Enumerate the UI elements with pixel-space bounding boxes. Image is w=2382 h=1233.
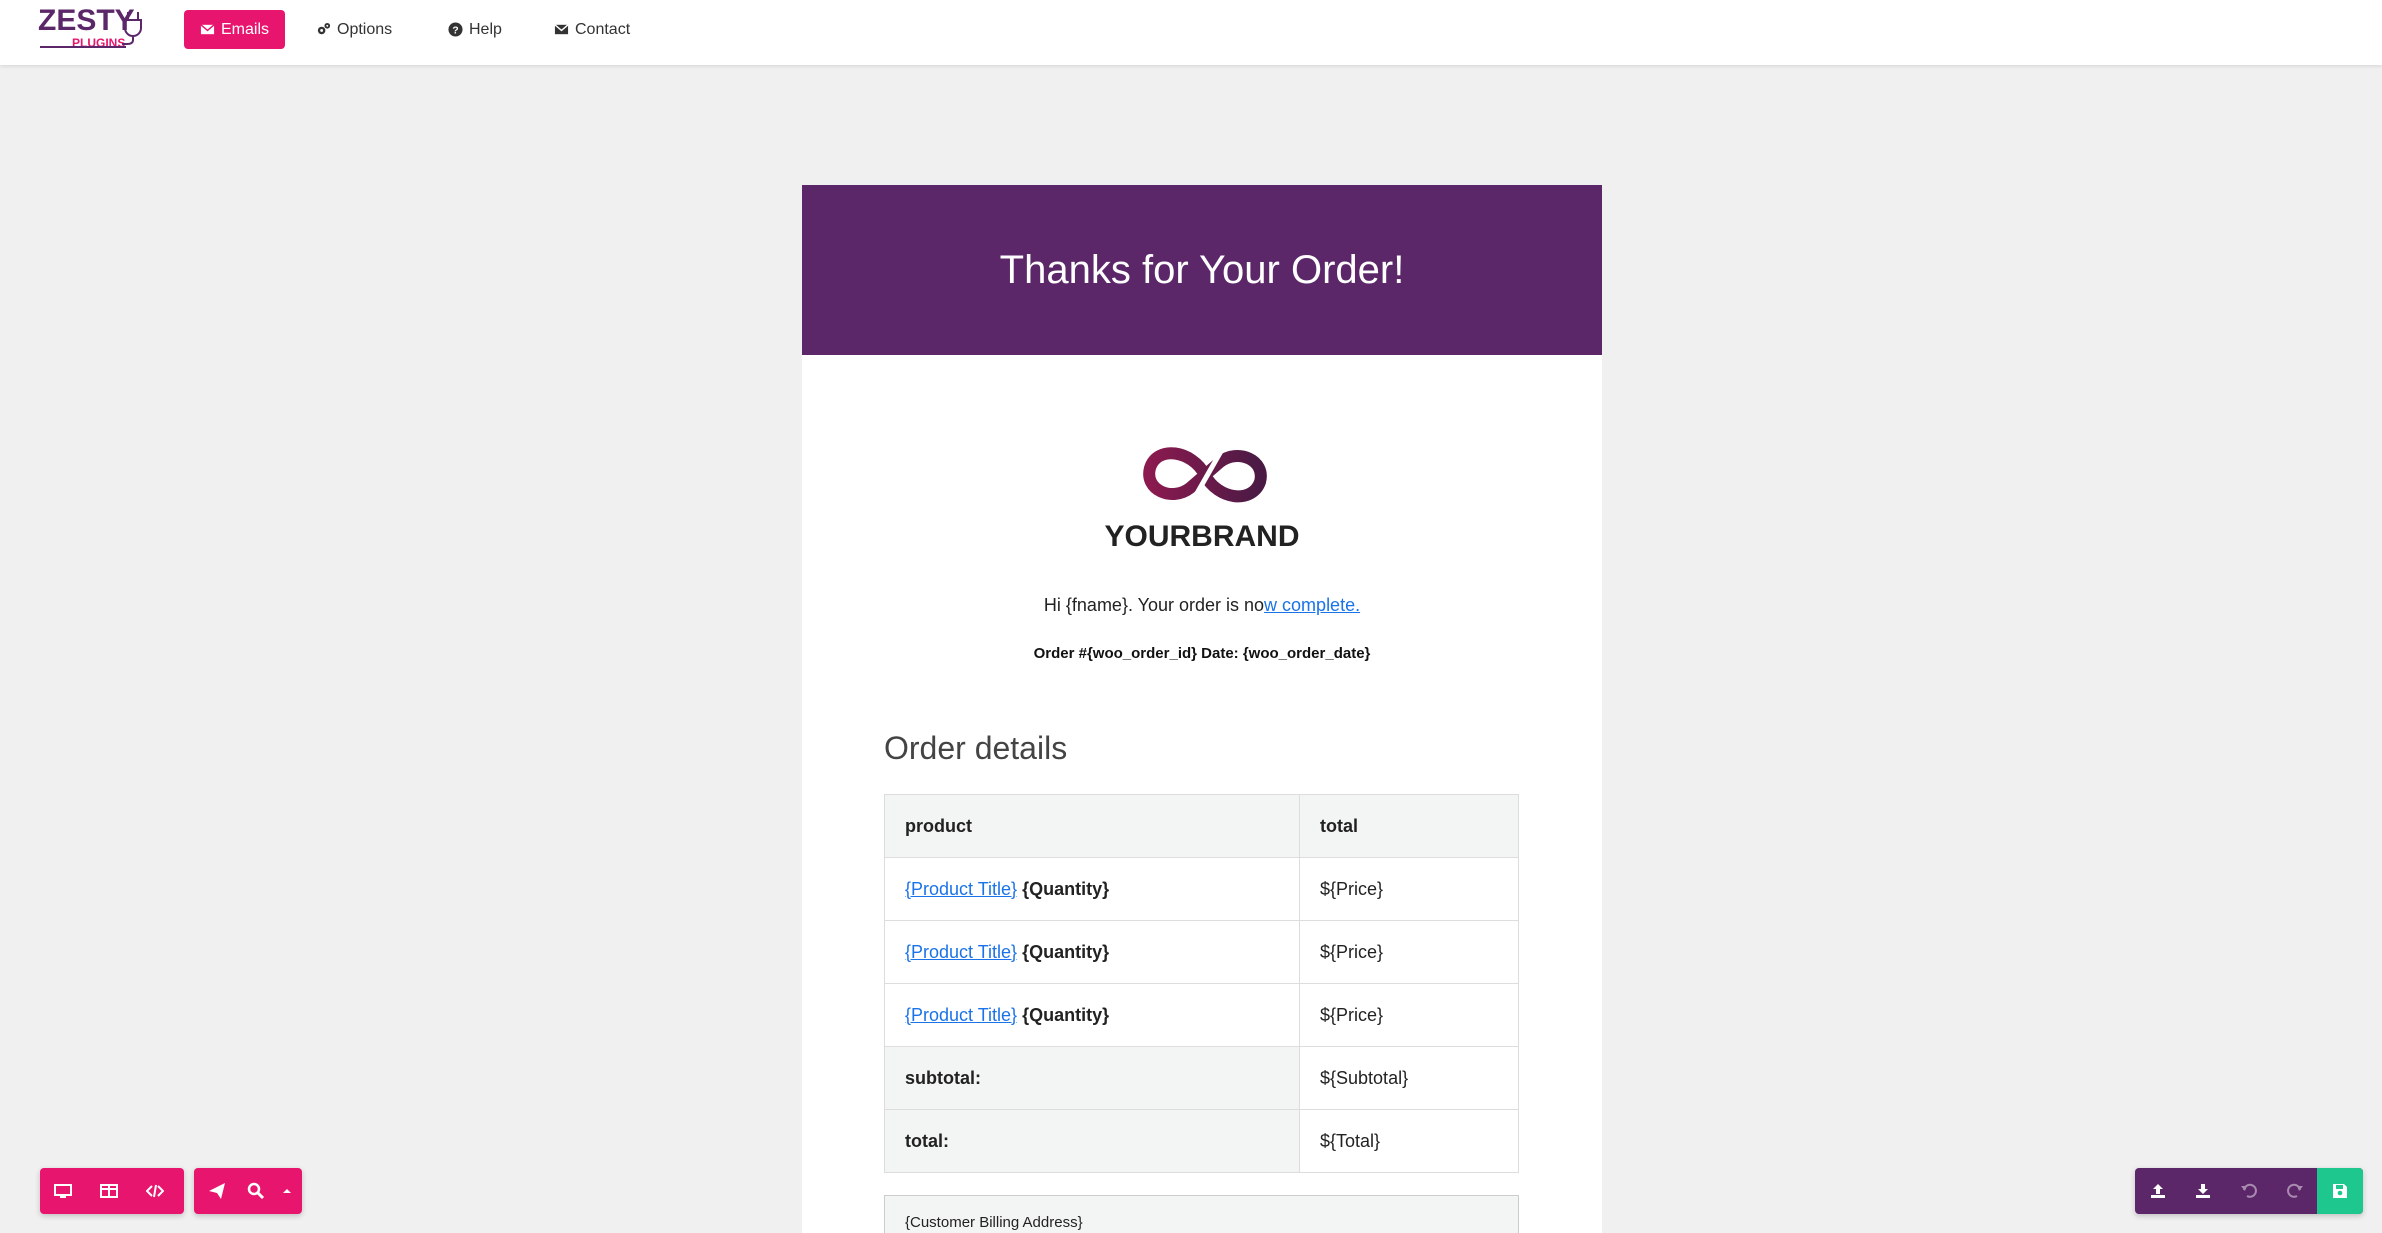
billing-address-block[interactable]: {Customer Billing Address} bbox=[884, 1195, 1519, 1233]
nav-emails-label: Emails bbox=[221, 20, 270, 38]
zesty-plugins-logo[interactable]: ZESTY PLUGINS bbox=[38, 6, 148, 54]
price-cell: ${Price} bbox=[1299, 920, 1519, 984]
columns-icon bbox=[100, 1184, 118, 1198]
order-details-heading[interactable]: Order details bbox=[884, 730, 1067, 767]
send-test-button[interactable] bbox=[194, 1168, 240, 1214]
product-cell: {Product Title} {Quantity} bbox=[884, 920, 1300, 984]
logo-wordmark: ZESTY bbox=[38, 4, 135, 37]
nav-options-label: Options bbox=[337, 20, 393, 38]
send-icon bbox=[209, 1183, 225, 1199]
quantity: {Quantity} bbox=[1022, 878, 1110, 899]
action-toolbar bbox=[194, 1168, 302, 1214]
greeting-prefix: Hi {fname}. Your order is no bbox=[1043, 595, 1265, 615]
redo-button[interactable] bbox=[2272, 1168, 2318, 1214]
table-row: {Product Title} {Quantity} ${Price} bbox=[884, 920, 1519, 984]
search-icon bbox=[247, 1182, 265, 1200]
nav-options[interactable]: Options bbox=[300, 10, 408, 49]
logo-underline bbox=[40, 46, 126, 48]
envelope-icon bbox=[554, 24, 569, 35]
save-button[interactable] bbox=[2317, 1168, 2363, 1214]
order-meta[interactable]: Order #{woo_order_id} Date: {woo_order_d… bbox=[802, 645, 1602, 662]
zoom-dropdown-button[interactable] bbox=[272, 1168, 302, 1214]
total-value: ${Total} bbox=[1299, 1109, 1519, 1173]
question-circle-icon: ? bbox=[448, 22, 463, 37]
redo-icon bbox=[2286, 1183, 2303, 1198]
table-header-row: product total bbox=[884, 794, 1519, 858]
cogs-icon bbox=[317, 22, 331, 35]
nav-contact-label: Contact bbox=[575, 20, 631, 38]
plug-icon bbox=[122, 12, 142, 45]
nav-help[interactable]: ? Help bbox=[432, 10, 518, 49]
email-header-title[interactable]: Thanks for Your Order! bbox=[1000, 248, 1405, 293]
caret-up-icon bbox=[283, 1189, 291, 1193]
quantity: {Quantity} bbox=[1022, 941, 1110, 962]
subtotal-value: ${Subtotal} bbox=[1299, 1046, 1519, 1110]
product-title-link[interactable]: {Product Title} bbox=[905, 1005, 1017, 1025]
zoom-button[interactable] bbox=[240, 1168, 272, 1214]
greeting-text[interactable]: Hi {fname}. Your order is now complete. bbox=[802, 595, 1602, 616]
layout-view-button[interactable] bbox=[86, 1168, 132, 1214]
greeting-link[interactable]: w complete. bbox=[1264, 595, 1360, 615]
order-details-table[interactable]: product total {Product Title} {Quantity}… bbox=[884, 794, 1519, 1173]
view-toolbar bbox=[40, 1168, 184, 1214]
table-header-total: total bbox=[1299, 794, 1519, 858]
desktop-view-button[interactable] bbox=[40, 1168, 86, 1214]
save-icon bbox=[2333, 1184, 2348, 1198]
email-canvas[interactable]: Thanks for Your Order! YOURBRAND Hi {fna… bbox=[802, 185, 1602, 1233]
table-row: {Product Title} {Quantity} ${Price} bbox=[884, 983, 1519, 1047]
desktop-icon bbox=[54, 1184, 72, 1198]
subtotal-label: subtotal: bbox=[884, 1046, 1300, 1110]
code-icon bbox=[146, 1184, 164, 1198]
envelope-icon bbox=[200, 24, 215, 35]
undo-button[interactable] bbox=[2226, 1168, 2272, 1214]
svg-text:?: ? bbox=[452, 25, 458, 36]
product-cell: {Product Title} {Quantity} bbox=[884, 983, 1300, 1047]
nav-help-label: Help bbox=[469, 20, 502, 38]
upload-icon bbox=[2150, 1184, 2165, 1198]
product-title-link[interactable]: {Product Title} bbox=[905, 942, 1017, 962]
nav-contact[interactable]: Contact bbox=[538, 10, 646, 49]
table-row: {Product Title} {Quantity} ${Price} bbox=[884, 857, 1519, 921]
email-header-banner[interactable]: Thanks for Your Order! bbox=[802, 185, 1602, 355]
billing-address-text: {Customer Billing Address} bbox=[905, 1214, 1083, 1231]
download-icon bbox=[2196, 1184, 2211, 1198]
undo-icon bbox=[2240, 1183, 2257, 1198]
quantity: {Quantity} bbox=[1022, 1004, 1110, 1025]
product-cell: {Product Title} {Quantity} bbox=[884, 857, 1300, 921]
brand-name[interactable]: YOURBRAND bbox=[802, 520, 1602, 554]
code-view-button[interactable] bbox=[132, 1168, 178, 1214]
file-toolbar bbox=[2135, 1168, 2363, 1214]
nav-emails[interactable]: Emails bbox=[184, 10, 286, 49]
infinity-logo-icon[interactable] bbox=[1142, 440, 1268, 510]
product-title-link[interactable]: {Product Title} bbox=[905, 879, 1017, 899]
top-navbar: ZESTY PLUGINS Emails Options ? Help Cont… bbox=[0, 0, 2382, 65]
total-row: total: ${Total} bbox=[884, 1109, 1519, 1173]
table-header-product: product bbox=[884, 794, 1300, 858]
download-button[interactable] bbox=[2181, 1168, 2227, 1214]
subtotal-row: subtotal: ${Subtotal} bbox=[884, 1046, 1519, 1110]
upload-button[interactable] bbox=[2135, 1168, 2181, 1214]
price-cell: ${Price} bbox=[1299, 857, 1519, 921]
total-label: total: bbox=[884, 1109, 1300, 1173]
price-cell: ${Price} bbox=[1299, 983, 1519, 1047]
